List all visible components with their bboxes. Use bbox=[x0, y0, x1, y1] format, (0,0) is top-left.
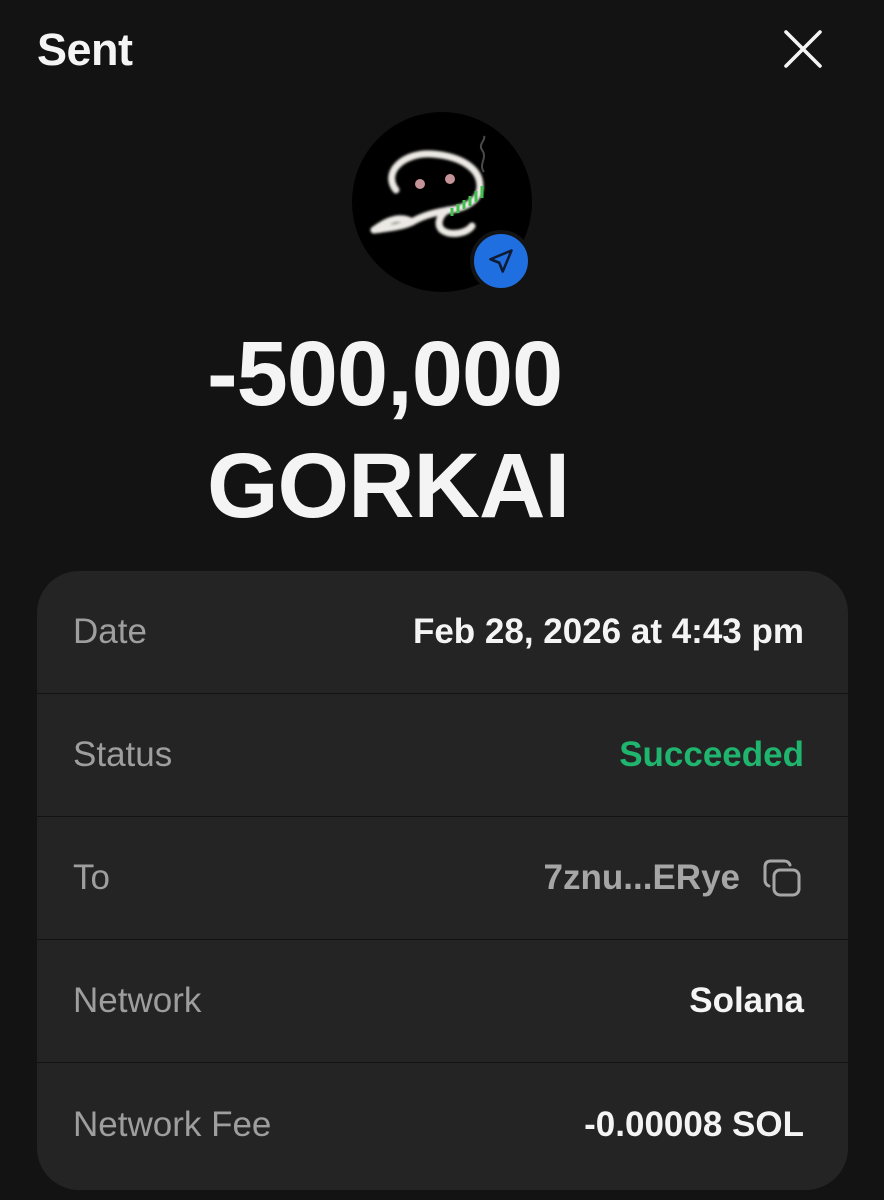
token-symbol: GORKAI bbox=[207, 435, 570, 537]
detail-row-date: Date Feb 28, 2026 at 4:43 pm bbox=[37, 571, 848, 694]
to-label: To bbox=[73, 858, 110, 897]
status-label: Status bbox=[73, 735, 173, 774]
page-title: Sent bbox=[37, 24, 133, 75]
detail-row-network: Network Solana bbox=[37, 940, 848, 1063]
send-arrow-icon bbox=[489, 249, 513, 273]
network-fee-value: -0.00008 SOL bbox=[584, 1104, 804, 1144]
to-address-group: 7znu...ERye bbox=[544, 856, 804, 900]
date-value: Feb 28, 2026 at 4:43 pm bbox=[412, 612, 804, 651]
date-label: Date bbox=[73, 612, 147, 651]
header: Sent bbox=[0, 0, 884, 100]
transaction-detail-screen: Sent -500,000 GORKAI Date Feb 28, 2026 a… bbox=[0, 0, 884, 1200]
detail-row-network-fee: Network Fee -0.00008 SOL bbox=[37, 1063, 848, 1186]
network-label: Network bbox=[73, 981, 202, 1020]
close-icon bbox=[784, 30, 822, 68]
amount-value: -500,000 bbox=[207, 323, 563, 425]
copy-icon bbox=[763, 859, 801, 897]
detail-row-status: Status Succeeded bbox=[37, 694, 848, 817]
status-value: Succeeded bbox=[619, 735, 804, 774]
to-address: 7znu...ERye bbox=[543, 858, 740, 897]
token-avatar bbox=[352, 112, 532, 292]
copy-address-button[interactable] bbox=[760, 856, 804, 900]
close-button[interactable] bbox=[774, 20, 832, 78]
details-card: Date Feb 28, 2026 at 4:43 pm Status Succ… bbox=[37, 571, 848, 1190]
detail-row-to: To 7znu...ERye bbox=[37, 817, 848, 940]
amount-display: -500,000 GORKAI bbox=[207, 318, 570, 542]
sent-badge bbox=[470, 230, 532, 292]
network-fee-label: Network Fee bbox=[73, 1104, 272, 1144]
network-value: Solana bbox=[689, 981, 804, 1020]
